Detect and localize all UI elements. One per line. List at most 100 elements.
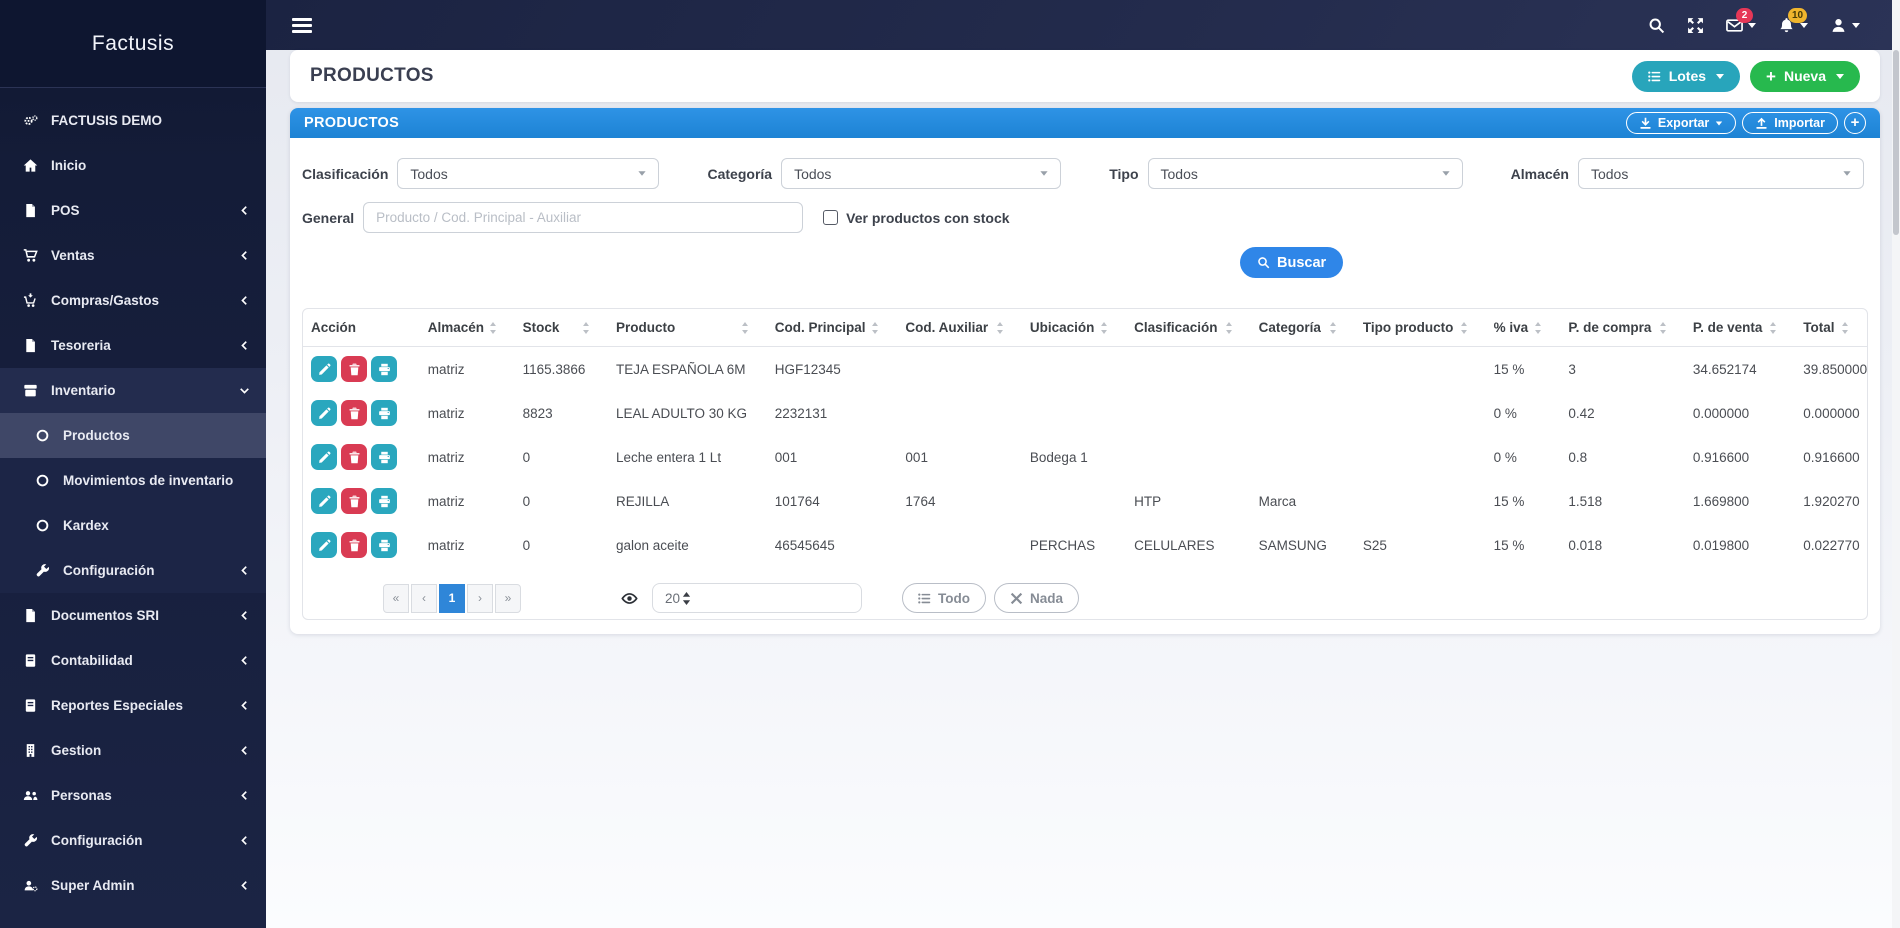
- print-button[interactable]: [371, 444, 397, 470]
- eye-icon[interactable]: [621, 590, 638, 607]
- sort-icon[interactable]: [489, 321, 497, 334]
- sidebar-item-inicio[interactable]: Inicio: [0, 143, 266, 188]
- col-header-cod-auxiliar[interactable]: Cod. Auxiliar: [897, 309, 1022, 347]
- printer-icon: [378, 495, 391, 508]
- messages-menu[interactable]: 2: [1726, 7, 1756, 34]
- edit-button[interactable]: [311, 356, 337, 382]
- col-header-cod-principal[interactable]: Cod. Principal: [766, 309, 898, 347]
- user-menu[interactable]: [1830, 17, 1860, 34]
- edit-button[interactable]: [311, 488, 337, 514]
- sidebar-item-compras-gastos[interactable]: Compras/Gastos: [0, 278, 266, 323]
- clasificacion-select[interactable]: Todos: [397, 158, 660, 189]
- sidebar-item-ventas[interactable]: Ventas: [0, 233, 266, 278]
- general-search-input[interactable]: [363, 202, 804, 233]
- col-header-clasificacion[interactable]: Clasificación: [1126, 309, 1251, 347]
- sort-icon[interactable]: [582, 321, 590, 334]
- sidebar-item-kardex[interactable]: Kardex: [0, 503, 266, 548]
- col-header-almacen[interactable]: Almacén: [419, 309, 515, 347]
- edit-button[interactable]: [311, 444, 337, 470]
- sidebar-item-inventario[interactable]: Inventario: [0, 368, 266, 413]
- sort-icon[interactable]: [1460, 321, 1468, 334]
- search-icon[interactable]: [1648, 17, 1665, 34]
- todo-button[interactable]: Todo: [902, 583, 986, 613]
- sidebar-item-factusis-demo[interactable]: FACTUSIS DEMO: [0, 98, 266, 143]
- col-header-total[interactable]: Total: [1795, 309, 1867, 347]
- next-page-button[interactable]: ›: [467, 583, 493, 613]
- pencil-icon: [318, 494, 331, 508]
- sidebar-item-super-admin[interactable]: Super Admin: [0, 863, 266, 908]
- col-header-iva[interactable]: % iva: [1485, 309, 1561, 347]
- table-cell: HGF12345: [774, 361, 841, 377]
- sidebar-item-configuracion[interactable]: Configuración: [0, 818, 266, 863]
- page-button-1[interactable]: 1: [439, 583, 465, 613]
- col-header-p-de-compra[interactable]: P. de compra: [1560, 309, 1685, 347]
- sort-icon[interactable]: [741, 321, 749, 334]
- brand-logo[interactable]: Factusis: [0, 0, 266, 88]
- sidebar-item-tesoreria[interactable]: Tesoreria: [0, 323, 266, 368]
- table-cell: Bodega 1: [1029, 449, 1088, 465]
- prev-page-button[interactable]: ‹: [411, 583, 437, 613]
- table-cell: REJILLA: [615, 493, 670, 509]
- page-size-select[interactable]: 20: [652, 583, 862, 613]
- notifications-menu[interactable]: 10: [1778, 7, 1808, 34]
- sort-icon[interactable]: [1534, 321, 1542, 334]
- scrollbar-thumb[interactable]: [1893, 50, 1899, 235]
- sidebar-item-productos[interactable]: Productos: [0, 413, 266, 458]
- col-header-ubicacion[interactable]: Ubicación: [1021, 309, 1127, 347]
- almacen-select[interactable]: Todos: [1577, 158, 1864, 189]
- chevron-left-icon: [236, 880, 250, 891]
- lotes-button[interactable]: Lotes: [1631, 60, 1741, 92]
- tipo-select[interactable]: Todos: [1147, 158, 1463, 189]
- fullscreen-icon[interactable]: [1687, 17, 1704, 34]
- print-button[interactable]: [371, 488, 397, 514]
- exportar-button[interactable]: Exportar: [1625, 112, 1737, 134]
- print-button[interactable]: [371, 532, 397, 558]
- sort-icon[interactable]: [1225, 321, 1233, 334]
- print-button[interactable]: [371, 400, 397, 426]
- sidebar-item-configuracion[interactable]: Configuración: [0, 548, 266, 593]
- col-header-p-de-venta[interactable]: P. de venta: [1684, 309, 1796, 347]
- sidebar-item-reportes-especiales[interactable]: Reportes Especiales: [0, 683, 266, 728]
- buscar-button[interactable]: Buscar: [1240, 247, 1344, 278]
- sidebar-item-gestion[interactable]: Gestion: [0, 728, 266, 773]
- nueva-button[interactable]: + Nueva: [1750, 60, 1860, 92]
- sidebar-item-contabilidad[interactable]: Contabilidad: [0, 638, 266, 683]
- sort-icon[interactable]: [1841, 321, 1849, 334]
- chevron-down-icon: [1716, 73, 1725, 79]
- nada-button[interactable]: Nada: [993, 583, 1079, 613]
- sidebar-item-documentos-sri[interactable]: Documentos SRI: [0, 593, 266, 638]
- delete-button[interactable]: [341, 488, 367, 514]
- chevron-left-icon: [236, 565, 250, 576]
- first-page-button[interactable]: «: [383, 583, 409, 613]
- sort-icon[interactable]: [1659, 321, 1667, 334]
- sidebar-item-movimientos-de-inventario[interactable]: Movimientos de inventario: [0, 458, 266, 503]
- delete-button[interactable]: [341, 532, 367, 558]
- scrollbar[interactable]: [1892, 0, 1900, 928]
- sort-icon[interactable]: [1329, 321, 1337, 334]
- sort-icon[interactable]: [1100, 321, 1108, 334]
- sidebar-item-pos[interactable]: POS: [0, 188, 266, 233]
- stock-checkbox-label: Ver productos con stock: [846, 209, 1010, 226]
- stock-checkbox[interactable]: [823, 210, 839, 225]
- col-header-producto[interactable]: Producto: [607, 309, 767, 347]
- edit-button[interactable]: [311, 532, 337, 558]
- col-header-tipo-producto[interactable]: Tipo producto: [1354, 309, 1486, 347]
- print-button[interactable]: [371, 356, 397, 382]
- table-cell: CELULARES: [1134, 537, 1215, 553]
- menu-toggle-icon[interactable]: [292, 15, 312, 36]
- add-button[interactable]: +: [1844, 112, 1866, 134]
- categoria-select[interactable]: Todos: [781, 158, 1062, 189]
- edit-button[interactable]: [311, 400, 337, 426]
- importar-button[interactable]: Importar: [1742, 112, 1838, 134]
- col-header-categoria[interactable]: Categoría: [1250, 309, 1355, 347]
- delete-button[interactable]: [341, 444, 367, 470]
- delete-button[interactable]: [341, 400, 367, 426]
- sort-icon[interactable]: [996, 321, 1004, 334]
- delete-button[interactable]: [341, 356, 367, 382]
- last-page-button[interactable]: »: [495, 583, 521, 613]
- col-header-stock[interactable]: Stock: [514, 309, 608, 347]
- stock-checkbox-group[interactable]: Ver productos con stock: [823, 209, 1010, 226]
- sidebar-item-personas[interactable]: Personas: [0, 773, 266, 818]
- sort-icon[interactable]: [1769, 321, 1777, 334]
- sort-icon[interactable]: [871, 321, 879, 334]
